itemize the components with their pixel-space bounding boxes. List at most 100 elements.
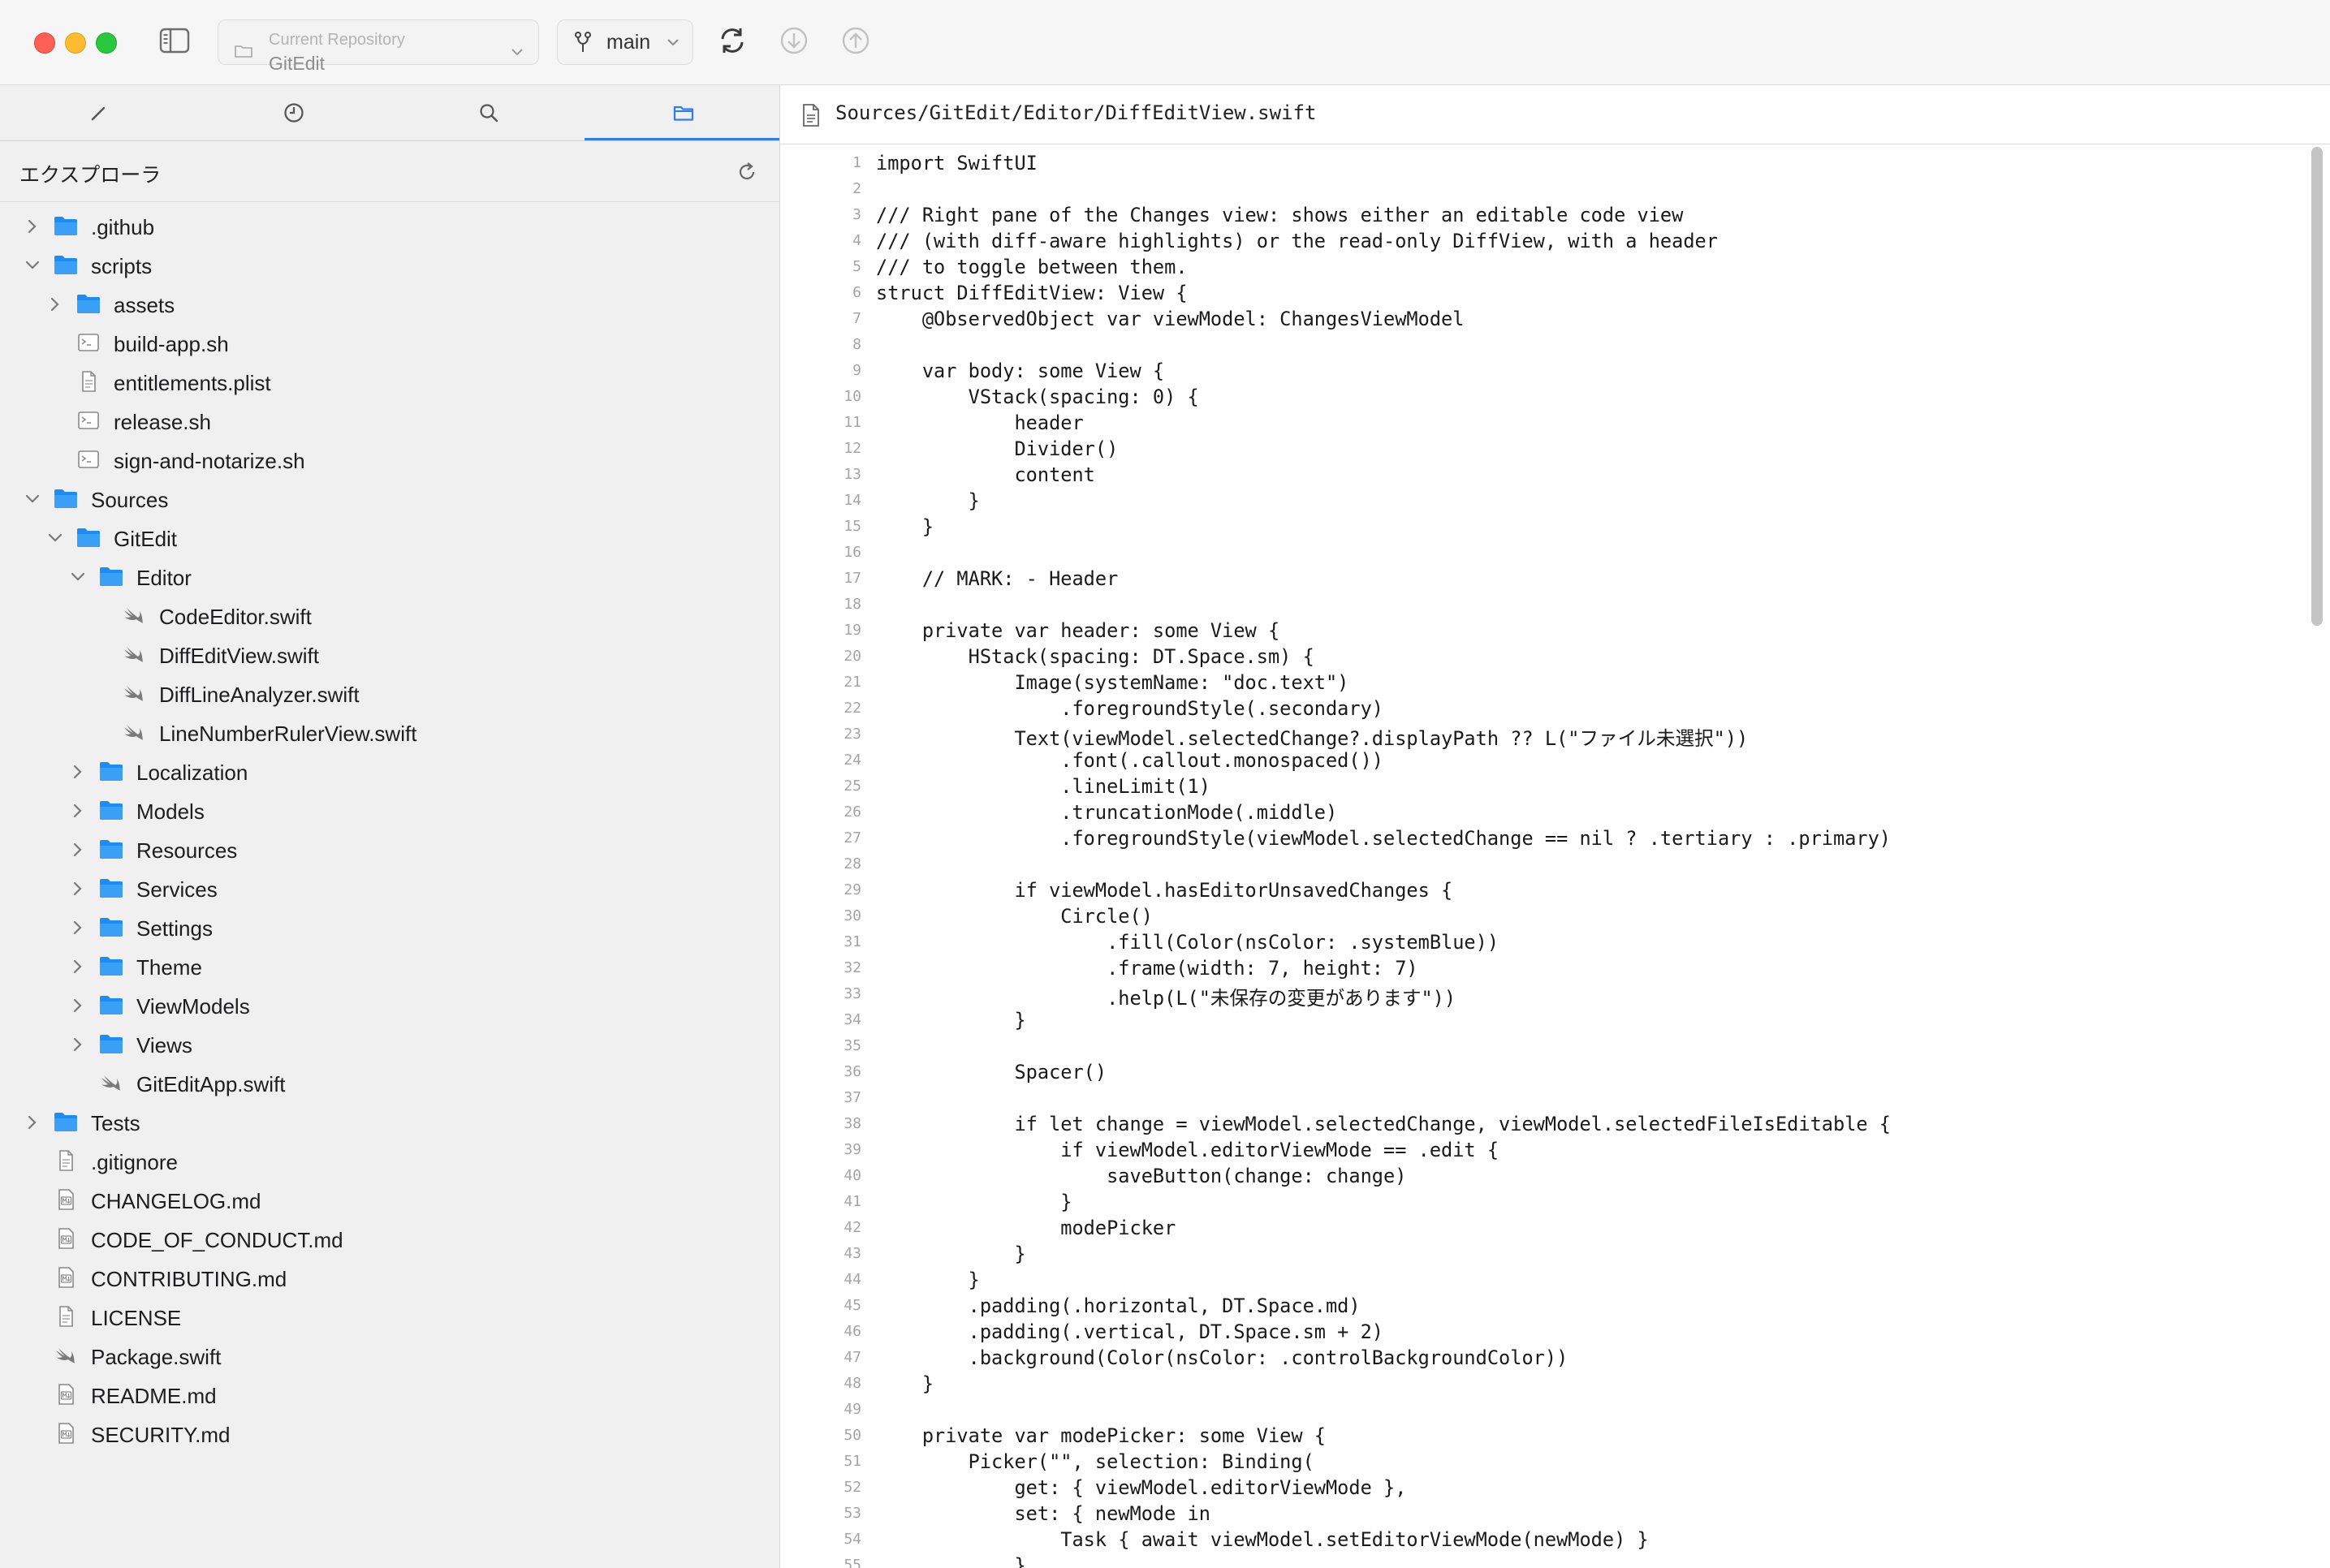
tree-file-row[interactable]: entitlements.plist (0, 363, 779, 402)
tree-folder-row[interactable]: Sources (0, 480, 779, 519)
code-line[interactable]: 27 .foregroundStyle(viewModel.selectedCh… (780, 825, 2306, 851)
code-line[interactable]: 18 (780, 592, 2306, 618)
tree-file-row[interactable]: CHANGELOG.md (0, 1181, 779, 1220)
code-line[interactable]: 11 header (780, 410, 2306, 436)
chevron-right-icon[interactable] (70, 842, 86, 858)
code-line[interactable]: 24 .font(.callout.monospaced()) (780, 747, 2306, 773)
tree-folder-row[interactable]: Localization (0, 752, 779, 791)
code-line[interactable]: 34 } (780, 1007, 2306, 1033)
code-line[interactable]: 51 Picker("", selection: Binding( (780, 1449, 2306, 1475)
chevron-right-icon[interactable] (47, 296, 63, 312)
chevron-right-icon[interactable] (70, 803, 86, 819)
code-line[interactable]: 44 } (780, 1267, 2306, 1293)
sync-icon[interactable] (716, 24, 749, 57)
code-line[interactable]: 22 .foregroundStyle(.secondary) (780, 696, 2306, 722)
code-line[interactable]: 35 (780, 1033, 2306, 1059)
tree-file-row[interactable]: .gitignore (0, 1142, 779, 1181)
zoom-window-button[interactable] (96, 32, 117, 54)
code-line[interactable]: 17 // MARK: - Header (780, 566, 2306, 592)
code-line[interactable]: 26 .truncationMode(.middle) (780, 799, 2306, 825)
tree-file-row[interactable]: CODE_OF_CONDUCT.md (0, 1220, 779, 1259)
code-line[interactable]: 7 @ObservedObject var viewModel: Changes… (780, 306, 2306, 332)
tree-file-row[interactable]: SECURITY.md (0, 1415, 779, 1454)
push-icon[interactable] (839, 24, 872, 57)
refresh-icon[interactable] (736, 161, 758, 183)
sidebar-toggle-icon[interactable] (159, 28, 190, 54)
code-line[interactable]: 6 struct DiffEditView: View { (780, 280, 2306, 306)
code-line[interactable]: 33 .help(L("未保存の変更があります")) (780, 981, 2306, 1010)
code-line[interactable]: 37 (780, 1085, 2306, 1111)
code-line[interactable]: 30 Circle() (780, 903, 2306, 929)
code-line[interactable]: 49 (780, 1397, 2306, 1423)
tree-file-row[interactable]: sign-and-notarize.sh (0, 441, 779, 480)
chevron-right-icon[interactable] (24, 218, 41, 235)
pull-icon[interactable] (778, 24, 810, 57)
repository-selector[interactable]: Current Repository GitEdit (218, 19, 539, 74)
code-line[interactable]: 43 } (780, 1241, 2306, 1267)
chevron-right-icon[interactable] (70, 764, 86, 780)
tree-folder-row[interactable]: Views (0, 1025, 779, 1064)
code-line[interactable]: 23 Text(viewModel.selectedChange?.displa… (780, 722, 2306, 750)
code-line[interactable]: 45 .padding(.horizontal, DT.Space.md) (780, 1293, 2306, 1319)
code-line[interactable]: 29 if viewModel.hasEditorUnsavedChanges … (780, 877, 2306, 903)
tree-file-row[interactable]: Package.swift (0, 1337, 779, 1376)
tree-folder-row[interactable]: scripts (0, 246, 779, 285)
code-line[interactable]: 42 modePicker (780, 1215, 2306, 1241)
code-line[interactable]: 38 if let change = viewModel.selectedCha… (780, 1111, 2306, 1137)
chevron-down-icon[interactable] (24, 257, 41, 274)
code-line[interactable]: 53 set: { newMode in (780, 1501, 2306, 1527)
tree-file-row[interactable]: CONTRIBUTING.md (0, 1259, 779, 1298)
code-line[interactable]: 19 private var header: some View { (780, 618, 2306, 644)
tree-folder-row[interactable]: Settings (0, 908, 779, 947)
tab-explorer[interactable] (585, 85, 779, 140)
chevron-right-icon[interactable] (70, 920, 86, 936)
code-line[interactable]: 15 } (780, 514, 2306, 540)
tree-file-row[interactable]: GitEditApp.swift (0, 1064, 779, 1103)
tree-file-row[interactable]: LICENSE (0, 1298, 779, 1337)
code-line[interactable]: 52 get: { viewModel.editorViewMode }, (780, 1475, 2306, 1501)
tree-file-row[interactable]: release.sh (0, 402, 779, 441)
tree-file-row[interactable]: DiffLineAnalyzer.swift (0, 674, 779, 713)
tree-file-row[interactable]: CodeEditor.swift (0, 597, 779, 635)
code-line[interactable]: 40 saveButton(change: change) (780, 1163, 2306, 1189)
tree-folder-row[interactable]: assets (0, 285, 779, 324)
tree-folder-row[interactable]: GitEdit (0, 519, 779, 558)
code-line[interactable]: 12 Divider() (780, 436, 2306, 462)
code-line[interactable]: 39 if viewModel.editorViewMode == .edit … (780, 1137, 2306, 1163)
chevron-down-icon[interactable] (47, 530, 63, 546)
tree-folder-row[interactable]: Editor (0, 558, 779, 597)
chevron-right-icon[interactable] (24, 1114, 41, 1131)
scrollbar-thumb[interactable] (2311, 147, 2323, 626)
code-line[interactable]: 9 var body: some View { (780, 358, 2306, 384)
tree-file-row[interactable]: README.md (0, 1376, 779, 1415)
tree-folder-row[interactable]: Resources (0, 830, 779, 869)
chevron-right-icon[interactable] (70, 997, 86, 1014)
code-line[interactable]: 54 Task { await viewModel.setEditorViewM… (780, 1527, 2306, 1553)
tree-file-row[interactable]: DiffEditView.swift (0, 635, 779, 674)
tree-file-row[interactable]: build-app.sh (0, 324, 779, 363)
tree-folder-row[interactable]: Theme (0, 947, 779, 986)
chevron-right-icon[interactable] (70, 958, 86, 975)
tab-history[interactable] (195, 85, 390, 140)
code-line[interactable]: 16 (780, 540, 2306, 566)
code-line[interactable]: 21 Image(systemName: "doc.text") (780, 670, 2306, 696)
chevron-right-icon[interactable] (70, 1036, 86, 1053)
code-line[interactable]: 36 Spacer() (780, 1059, 2306, 1085)
code-line[interactable]: 1 import SwiftUI (780, 150, 2306, 176)
code-line[interactable]: 8 (780, 332, 2306, 358)
code-line[interactable]: 48 } (780, 1371, 2306, 1397)
code-line[interactable]: 5 /// to toggle between them. (780, 254, 2306, 280)
code-line[interactable]: 13 content (780, 462, 2306, 488)
code-line[interactable]: 4 /// (with diff-aware highlights) or the… (780, 228, 2306, 254)
code-line[interactable]: 28 (780, 851, 2306, 877)
code-line[interactable]: 55 } (780, 1553, 2306, 1568)
chevron-right-icon[interactable] (70, 881, 86, 897)
minimize-window-button[interactable] (65, 32, 86, 54)
code-line[interactable]: 32 .frame(width: 7, height: 7) (780, 955, 2306, 981)
code-line[interactable]: 2 (780, 176, 2306, 202)
code-line[interactable]: 14 } (780, 488, 2306, 514)
chevron-down-icon[interactable] (70, 569, 86, 585)
tree-folder-row[interactable]: Tests (0, 1103, 779, 1142)
code-line[interactable]: 50 private var modePicker: some View { (780, 1423, 2306, 1449)
code-line[interactable]: 3 /// Right pane of the Changes view: sho… (780, 202, 2306, 228)
